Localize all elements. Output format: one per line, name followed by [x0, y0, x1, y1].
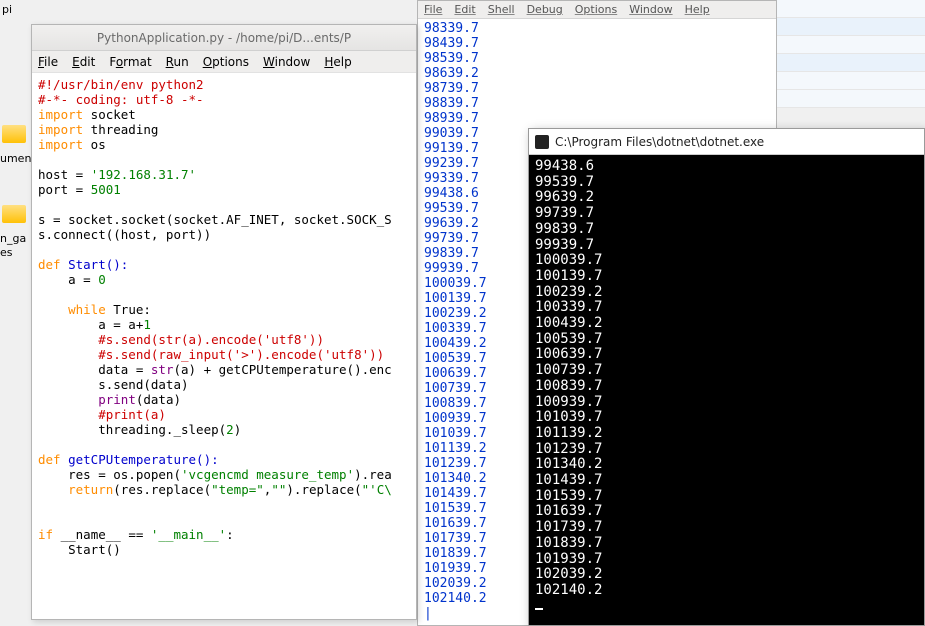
idle-editor-window: PythonApplication.py - /home/pi/D...ents…	[31, 24, 417, 620]
shell-menubar[interactable]: File Edit Shell Debug Options Window Hel…	[418, 1, 776, 19]
menu-shell[interactable]: Shell	[488, 3, 515, 16]
console-title: C:\Program Files\dotnet\dotnet.exe	[555, 135, 764, 149]
menu-options[interactable]: Options	[203, 55, 249, 69]
menu-help[interactable]: Help	[324, 55, 351, 69]
desktop-label-es: es	[0, 246, 13, 259]
desktop-label-pi: pi	[2, 3, 12, 16]
menu-edit[interactable]: Edit	[72, 55, 95, 69]
idle-titlebar: PythonApplication.py - /home/pi/D...ents…	[32, 25, 416, 51]
console-window: C:\Program Files\dotnet\dotnet.exe 99438…	[528, 128, 925, 626]
menu-format[interactable]: Format	[109, 55, 151, 69]
folder-icon	[2, 205, 26, 223]
desktop-label-documents: umen	[0, 152, 31, 165]
menu-file[interactable]: File	[424, 3, 442, 16]
background-rows	[777, 0, 925, 108]
desktop-label-games: n_ga	[0, 232, 26, 245]
console-titlebar[interactable]: C:\Program Files\dotnet\dotnet.exe	[529, 129, 924, 155]
idle-menubar[interactable]: File Edit Format Run Options Window Help	[32, 51, 416, 73]
menu-window[interactable]: Window	[263, 55, 310, 69]
console-output: 99438.6 99539.7 99639.2 99739.7 99839.7 …	[529, 155, 924, 625]
menu-window[interactable]: Window	[629, 3, 672, 16]
code-editor[interactable]: #!/usr/bin/env python2 #-*- coding: utf-…	[32, 73, 416, 619]
menu-debug[interactable]: Debug	[527, 3, 563, 16]
menu-help[interactable]: Help	[685, 3, 710, 16]
menu-options[interactable]: Options	[575, 3, 617, 16]
menu-file[interactable]: File	[38, 55, 58, 69]
console-icon	[535, 135, 549, 149]
menu-edit[interactable]: Edit	[454, 3, 475, 16]
folder-icon	[2, 125, 26, 143]
menu-run[interactable]: Run	[166, 55, 189, 69]
